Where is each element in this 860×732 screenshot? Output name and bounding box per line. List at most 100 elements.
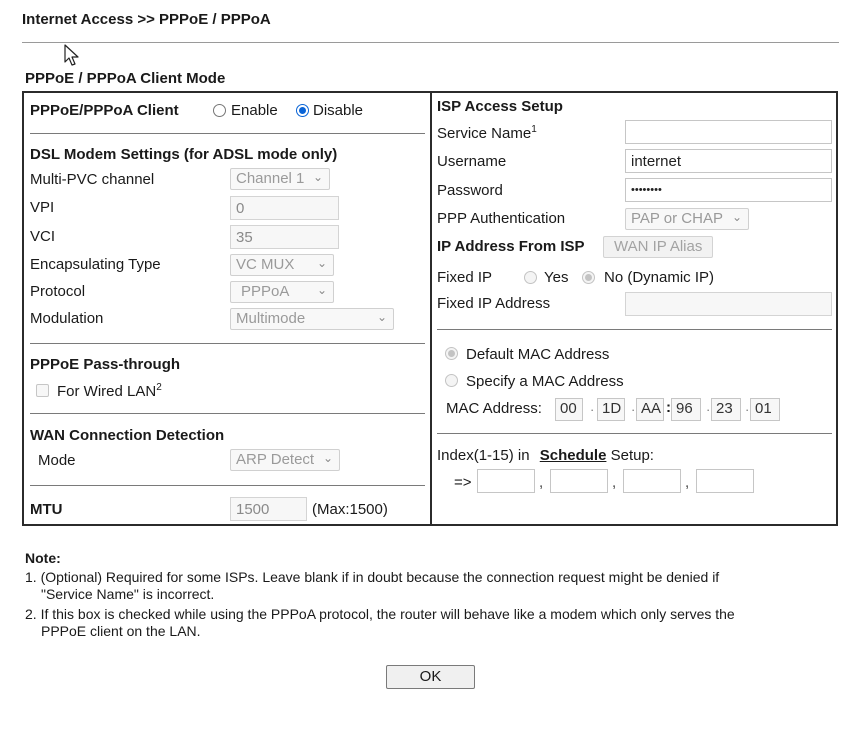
password-input[interactable]: •••••••• <box>625 178 832 202</box>
mac-separator: · <box>631 402 636 417</box>
vpi-label: VPI <box>30 199 55 216</box>
schedule-index-3[interactable] <box>623 469 681 493</box>
default-mac-label[interactable]: Default MAC Address <box>466 346 609 363</box>
column-divider <box>430 91 432 526</box>
schedule-suffix: Setup: <box>610 447 654 464</box>
ok-button[interactable]: OK <box>386 665 475 689</box>
username-label: Username <box>437 153 507 170</box>
schedule-index-1[interactable] <box>477 469 535 493</box>
vpi-input[interactable] <box>230 196 339 220</box>
schedule-link[interactable]: Schedule <box>540 447 607 464</box>
wired-lan-label: For Wired LAN2 <box>57 382 162 400</box>
client-disable-label[interactable]: Disable <box>313 102 363 119</box>
encap-value: VC MUX <box>236 256 295 273</box>
client-enable-label[interactable]: Enable <box>231 102 278 119</box>
fixed-ip-yes-radio[interactable] <box>524 271 537 284</box>
schedule-prefix: Index(1-15) in <box>437 447 530 464</box>
default-mac-radio[interactable] <box>445 347 458 360</box>
note-title: Note: <box>25 550 61 566</box>
section-title: PPPoE / PPPoA Client Mode <box>25 70 226 87</box>
schedule-index-4[interactable] <box>696 469 754 493</box>
fixed-ip-no-label[interactable]: No (Dynamic IP) <box>604 269 714 286</box>
protocol-select[interactable]: PPPoA ⌄ <box>230 281 334 303</box>
specify-mac-label[interactable]: Specify a MAC Address <box>466 373 624 390</box>
schedule-comma: , <box>539 474 544 491</box>
wan-detect-mode-select[interactable]: ARP Detect ⌄ <box>230 449 340 471</box>
vci-input[interactable] <box>230 225 339 249</box>
wan-detect-mode-value: ARP Detect <box>236 451 315 468</box>
fixed-ip-label: Fixed IP <box>437 269 493 286</box>
mouse-cursor-icon <box>64 44 79 66</box>
note-line-2-cont: PPPoE client on the LAN. <box>41 623 201 639</box>
client-disable-radio[interactable] <box>296 104 309 117</box>
auth-label: PPP Authentication <box>437 210 566 227</box>
schedule-line: Index(1-15) in Schedule Setup: <box>437 447 654 464</box>
schedule-arrow: => <box>454 474 472 491</box>
mac-octet-3[interactable]: AA <box>636 398 664 421</box>
breadcrumb: Internet Access >> PPPoE / PPPoA <box>22 11 271 28</box>
passthrough-title: PPPoE Pass-through <box>30 356 181 373</box>
service-name-label: Service Name1 <box>437 124 537 142</box>
footnote-2: 2 <box>156 382 162 393</box>
fixed-ip-address-input[interactable] <box>625 292 832 316</box>
multi-pvc-label: Multi-PVC channel <box>30 171 155 188</box>
wan-detect-title: WAN Connection Detection <box>30 427 225 444</box>
chevron-down-icon: ⌄ <box>731 210 742 224</box>
username-input[interactable] <box>625 149 832 173</box>
wired-lan-checkbox[interactable] <box>36 384 49 397</box>
auth-value: PAP or CHAP <box>631 210 723 227</box>
multi-pvc-value: Channel 1 <box>236 170 305 187</box>
client-enable-radio[interactable] <box>213 104 226 117</box>
service-name-input[interactable] <box>625 120 832 144</box>
fixed-ip-address-label: Fixed IP Address <box>437 295 551 312</box>
schedule-comma: , <box>612 474 617 491</box>
protocol-value: PPPoA <box>241 283 290 300</box>
chevron-down-icon: ⌄ <box>322 451 333 465</box>
divider <box>30 133 425 134</box>
mac-address-label: MAC Address: <box>446 400 542 417</box>
service-name-text: Service Name <box>437 125 532 142</box>
mtu-input[interactable] <box>230 497 307 521</box>
chevron-down-icon: ⌄ <box>316 283 327 297</box>
divider <box>30 343 425 344</box>
mtu-hint: (Max:1500) <box>312 501 388 518</box>
mac-octet-6[interactable]: 01 <box>750 398 780 421</box>
auth-select[interactable]: PAP or CHAP ⌄ <box>625 208 749 230</box>
mac-separator: · <box>745 402 750 417</box>
wan-detect-mode-label: Mode <box>38 452 76 469</box>
mtu-label: MTU <box>30 501 63 518</box>
divider <box>30 485 425 486</box>
password-label: Password <box>437 182 503 199</box>
dsl-title: DSL Modem Settings (for ADSL mode only) <box>30 146 338 163</box>
specify-mac-radio[interactable] <box>445 374 458 387</box>
mac-octet-4[interactable]: 96 <box>671 398 701 421</box>
mac-octet-2[interactable]: 1D <box>597 398 625 421</box>
divider <box>30 413 425 414</box>
note-line-1-cont: "Service Name" is incorrect. <box>41 586 215 602</box>
divider <box>437 433 832 434</box>
encap-select[interactable]: VC MUX ⌄ <box>230 254 334 276</box>
modulation-select[interactable]: Multimode ⌄ <box>230 308 394 330</box>
isp-title: ISP Access Setup <box>437 98 563 115</box>
modulation-value: Multimode <box>236 310 306 327</box>
schedule-comma: , <box>685 474 690 491</box>
note-line-2: 2. If this box is checked while using th… <box>25 606 735 622</box>
wired-lan-text: For Wired LAN <box>57 383 157 400</box>
divider <box>437 329 832 330</box>
fixed-ip-no-radio[interactable] <box>582 271 595 284</box>
mac-octet-1[interactable]: 00 <box>555 398 583 421</box>
footnote-1: 1 <box>531 124 537 135</box>
schedule-index-2[interactable] <box>550 469 608 493</box>
mac-separator: · <box>590 402 595 417</box>
wan-ip-alias-button[interactable]: WAN IP Alias <box>603 236 714 258</box>
fixed-ip-yes-label[interactable]: Yes <box>544 269 568 286</box>
mac-octet-5[interactable]: 23 <box>711 398 741 421</box>
multi-pvc-select[interactable]: Channel 1 ⌄ <box>230 168 330 190</box>
client-label: PPPoE/PPPoA Client <box>30 102 179 119</box>
vci-label: VCI <box>30 228 56 245</box>
chevron-down-icon: ⌄ <box>376 310 387 324</box>
note-line-1: 1. (Optional) Required for some ISPs. Le… <box>25 569 720 585</box>
protocol-label: Protocol <box>30 283 86 300</box>
header-divider <box>22 42 839 43</box>
chevron-down-icon: ⌄ <box>316 256 327 270</box>
